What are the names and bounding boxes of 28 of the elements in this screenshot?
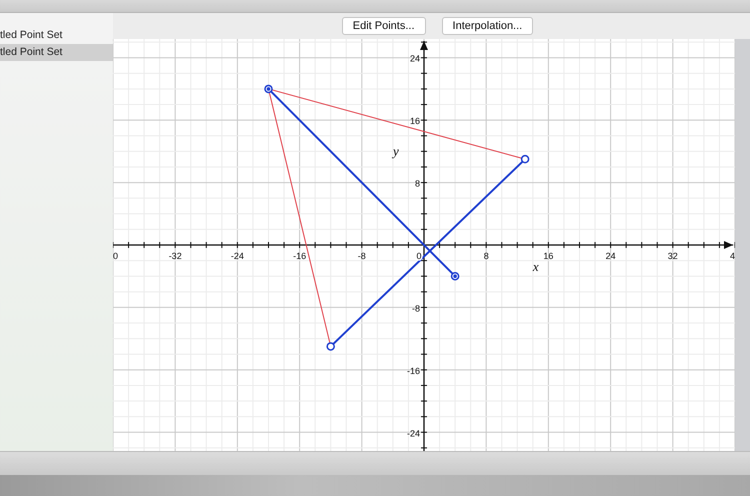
- x-tick-label: -16: [293, 251, 306, 261]
- x-tick-label: -8: [358, 251, 366, 261]
- x-tick-label: 8: [484, 251, 489, 261]
- x-tick-label: 24: [606, 251, 616, 261]
- x-tick-label: -24: [230, 251, 244, 261]
- x-tick-label: -32: [168, 251, 182, 261]
- x-tick-label: 0: [416, 251, 422, 261]
- sidebar-item[interactable]: tled Point Set: [0, 44, 113, 61]
- data-point[interactable]: [450, 272, 460, 280]
- y-tick-label: -24: [406, 428, 420, 438]
- y-tick-label: -16: [406, 366, 420, 376]
- y-tick-label: 24: [410, 54, 420, 64]
- x-tick-label: 0: [113, 251, 118, 261]
- data-point[interactable]: [264, 84, 273, 94]
- x-axis-label: x: [532, 259, 539, 274]
- x-tick-label: 16: [543, 251, 554, 261]
- y-tick-label: 16: [410, 116, 420, 126]
- y-tick-label: -8: [412, 303, 420, 314]
- scrollbar[interactable]: [735, 39, 750, 451]
- toolbar-button[interactable]: Interpolation...: [442, 17, 534, 35]
- x-tick-label: 32: [668, 251, 678, 261]
- data-point[interactable]: [520, 154, 530, 164]
- sidebar-item[interactable]: tled Point Set: [0, 27, 113, 44]
- toolbar-button[interactable]: Edit Points...: [342, 17, 426, 35]
- data-point[interactable]: [326, 342, 335, 351]
- x-tick-label: 4: [730, 251, 735, 261]
- y-tick-label: 8: [414, 178, 420, 189]
- y-axis-label: y: [393, 143, 399, 158]
